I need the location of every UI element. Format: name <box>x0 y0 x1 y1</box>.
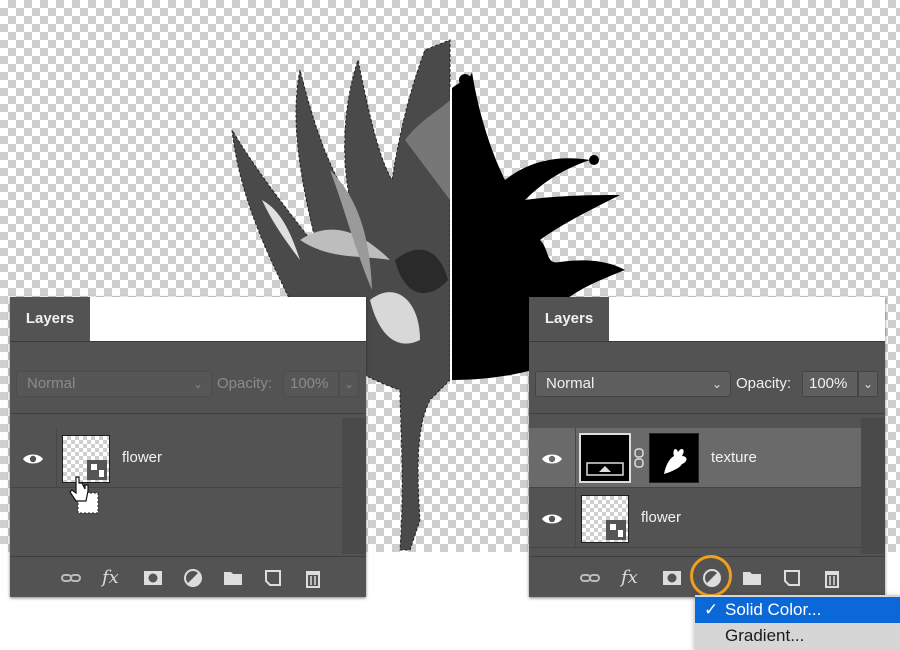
fill-adjustment-menu: ✓ Solid Color... Gradient... <box>695 595 900 650</box>
blend-mode-value: Normal <box>27 375 76 392</box>
flower-thumb-icon <box>606 520 626 540</box>
folder-icon[interactable] <box>222 567 244 589</box>
menu-item-gradient[interactable]: Gradient... <box>695 623 900 649</box>
layer-name: texture <box>711 449 757 466</box>
eye-icon[interactable] <box>541 452 563 466</box>
chevron-down-icon: ⌄ <box>192 377 203 391</box>
opacity-dropdown-button[interactable]: ⌄ <box>858 371 878 397</box>
blend-mode-select[interactable]: Normal ⌄ <box>16 371 212 397</box>
menu-item-label: Gradient... <box>725 626 805 645</box>
panel-footer: fx <box>10 556 366 597</box>
layer-name: flower <box>122 449 163 466</box>
layer-controls: Normal ⌄ Opacity: 100% ⌄ <box>529 357 885 414</box>
chain-link-icon[interactable] <box>633 448 645 468</box>
opacity-input[interactable]: 100% <box>802 371 858 397</box>
menu-item-label: Solid Color... <box>725 600 822 619</box>
blend-mode-select[interactable]: Normal ⌄ <box>535 371 731 397</box>
tab-layers[interactable]: Layers <box>529 297 609 341</box>
flower-mask-icon <box>664 449 687 474</box>
new-layer-icon[interactable] <box>262 567 284 589</box>
opacity-label: Opacity: <box>217 375 273 392</box>
layers-scrollbar[interactable] <box>861 418 885 554</box>
new-layer-icon[interactable] <box>781 567 803 589</box>
layer-thumbnail <box>581 495 629 543</box>
opacity-input[interactable]: 100% <box>283 371 339 397</box>
folder-icon[interactable] <box>741 567 763 589</box>
layer-controls: Normal ⌄ Opacity: 100% ⌄ <box>10 357 366 414</box>
mask-icon[interactable] <box>142 567 164 589</box>
link-icon[interactable] <box>579 567 601 589</box>
layers-panel-before: Layers Normal ⌄ Opacity: 100% ⌄ flower f… <box>10 297 366 597</box>
trash-icon[interactable] <box>302 567 324 589</box>
fill-layer-thumbnail[interactable] <box>579 433 631 483</box>
layers-panel-after: Layers Normal ⌄ Opacity: 100% ⌄ texture … <box>529 297 885 597</box>
layer-row-texture[interactable]: texture <box>529 428 861 488</box>
hand-cursor-icon <box>69 476 99 514</box>
link-icon[interactable] <box>60 567 82 589</box>
fill-icon <box>586 462 624 476</box>
split-divider <box>450 88 452 388</box>
adjustment-button-callout <box>690 555 732 597</box>
opacity-label: Opacity: <box>736 375 792 392</box>
trash-icon[interactable] <box>821 567 843 589</box>
layer-row-flower[interactable]: flower <box>529 488 861 548</box>
mask-icon[interactable] <box>661 567 683 589</box>
layer-name: flower <box>641 509 682 526</box>
menu-item-solid-color[interactable]: ✓ Solid Color... <box>695 597 900 623</box>
fx-icon[interactable]: fx <box>621 567 643 589</box>
eye-icon[interactable] <box>541 512 563 526</box>
layers-scrollbar[interactable] <box>342 418 366 554</box>
chevron-down-icon: ⌄ <box>711 377 722 391</box>
adjustment-icon[interactable] <box>182 567 204 589</box>
layer-row-flower[interactable]: flower <box>10 428 342 488</box>
tab-layers[interactable]: Layers <box>10 297 90 341</box>
eye-icon[interactable] <box>22 452 44 466</box>
blend-mode-value: Normal <box>546 375 595 392</box>
layer-mask-thumbnail[interactable] <box>649 433 699 483</box>
fx-icon[interactable]: fx <box>102 567 124 589</box>
checkmark-icon: ✓ <box>704 600 719 619</box>
opacity-dropdown-button[interactable]: ⌄ <box>339 371 359 397</box>
